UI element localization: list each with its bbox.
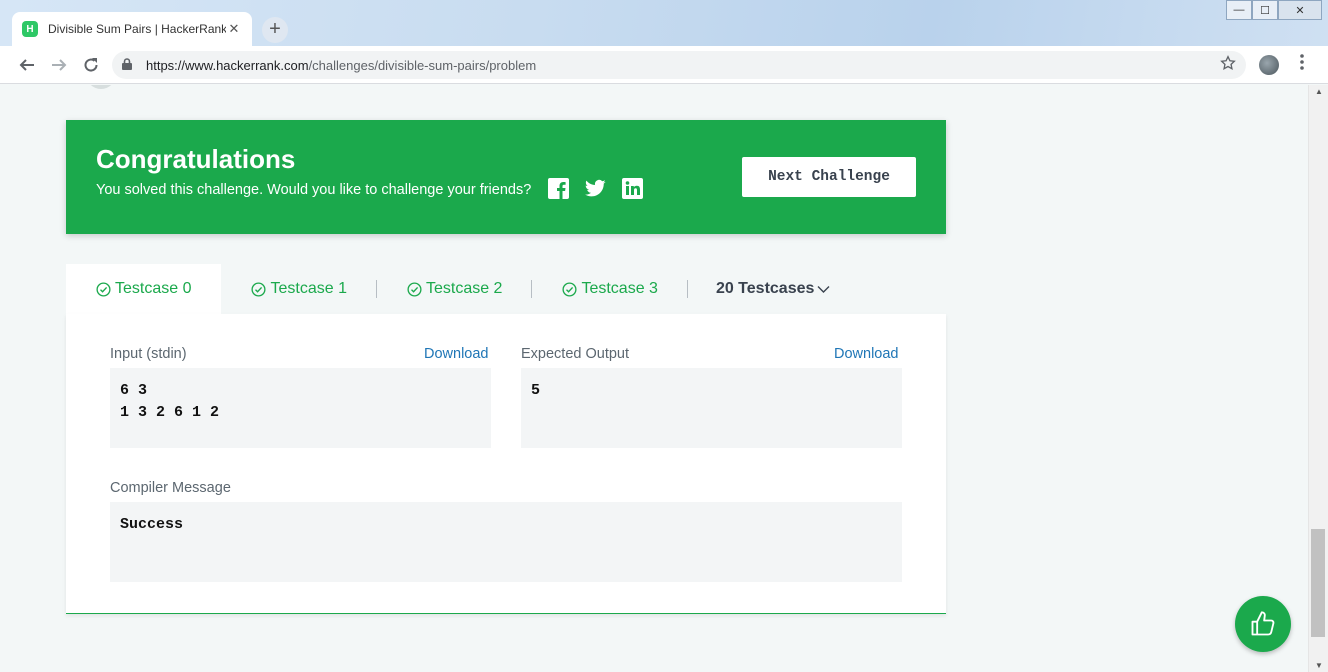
input-label: Input (stdin) [110, 346, 187, 362]
banner-subtitle: You solved this challenge. Would you lik… [96, 182, 532, 198]
page-scrollbar[interactable]: ▲ ▼ [1308, 85, 1328, 672]
tab-testcase-3[interactable]: Testcase 3 [532, 264, 689, 314]
compiler-message-value: Success [110, 502, 902, 582]
hackerrank-favicon-icon: H [22, 21, 38, 37]
congratulations-banner: Congratulations You solved this challeng… [66, 120, 946, 234]
maximize-button[interactable]: ☐ [1252, 0, 1278, 20]
expected-output-value: 5 [521, 368, 902, 448]
address-bar[interactable]: https://www.hackerrank.com/challenges/di… [112, 51, 1246, 79]
tab-testcase-1[interactable]: Testcase 1 [221, 264, 378, 314]
tab-label: Testcase 0 [115, 280, 192, 297]
forward-button[interactable] [43, 49, 75, 81]
minimize-button[interactable]: — [1226, 0, 1252, 20]
browser-menu-icon[interactable] [1292, 54, 1312, 77]
tab-label: Testcase 2 [425, 280, 503, 297]
scroll-up-icon[interactable]: ▲ [1315, 87, 1323, 96]
window-controls: — ☐ ✕ [1226, 0, 1322, 20]
check-circle-icon [251, 281, 267, 297]
browser-tab[interactable]: H Divisible Sum Pairs | HackerRank ✕ [12, 12, 252, 46]
browser-toolbar: https://www.hackerrank.com/challenges/di… [0, 46, 1328, 84]
next-challenge-button[interactable]: Next Challenge [742, 157, 916, 197]
banner-title: Congratulations [96, 144, 296, 174]
facebook-icon[interactable] [548, 178, 569, 199]
reload-button[interactable] [75, 49, 107, 81]
all-testcases-dropdown[interactable]: 20 Testcases [688, 280, 830, 298]
back-button[interactable] [11, 49, 43, 81]
input-download-link[interactable]: Download [424, 346, 489, 362]
url-host: https://www.hackerrank.com [146, 57, 309, 73]
input-value: 6 3 1 3 2 6 1 2 [110, 368, 491, 448]
twitter-icon[interactable] [585, 178, 606, 199]
url-text[interactable]: https://www.hackerrank.com/challenges/di… [146, 58, 1220, 73]
tab-testcase-0[interactable]: Testcase 0 [66, 264, 222, 314]
linkedin-icon[interactable] [622, 178, 643, 199]
testcase-tabs: Testcase 0 Testcase 1 Testcase 2 Testcas… [66, 264, 946, 314]
expected-output-label: Expected Output [521, 346, 630, 362]
lock-icon [122, 57, 140, 73]
page-viewport: Congratulations You solved this challeng… [0, 85, 1308, 672]
browser-titlebar: H Divisible Sum Pairs | HackerRank ✕ + —… [0, 0, 1328, 46]
avatar-partial [86, 85, 116, 89]
check-circle-icon [96, 281, 111, 297]
reload-icon [84, 58, 98, 72]
check-circle-icon [562, 281, 577, 297]
testcase-result-panel: Input (stdin) Download 6 3 1 3 2 6 1 2 E… [66, 314, 946, 614]
tab-close-icon[interactable]: ✕ [226, 21, 242, 37]
profile-avatar[interactable] [1259, 55, 1279, 75]
tab-title: Divisible Sum Pairs | HackerRank [48, 22, 226, 36]
check-circle-icon [407, 281, 422, 297]
thumbs-up-icon [1251, 611, 1275, 636]
social-share [548, 178, 643, 199]
scroll-thumb[interactable] [1311, 529, 1325, 637]
new-tab-button[interactable]: + [262, 17, 288, 43]
expected-output-download-link[interactable]: Download [834, 346, 899, 362]
chevron-down-icon [817, 285, 830, 294]
forward-arrow-icon [52, 59, 67, 71]
compiler-message-label: Compiler Message [110, 480, 231, 496]
scroll-down-icon[interactable]: ▼ [1315, 661, 1323, 670]
testcases-count-label: 20 Testcases [715, 280, 815, 297]
like-button[interactable] [1235, 596, 1291, 652]
back-arrow-icon [19, 59, 34, 71]
bookmark-star-icon[interactable] [1220, 54, 1236, 76]
tab-testcase-2[interactable]: Testcase 2 [377, 264, 533, 314]
close-window-button[interactable]: ✕ [1278, 0, 1322, 20]
tab-label: Testcase 3 [581, 280, 658, 297]
tab-label: Testcase 1 [270, 280, 347, 297]
url-path: /challenges/divisible-sum-pairs/problem [308, 57, 537, 73]
